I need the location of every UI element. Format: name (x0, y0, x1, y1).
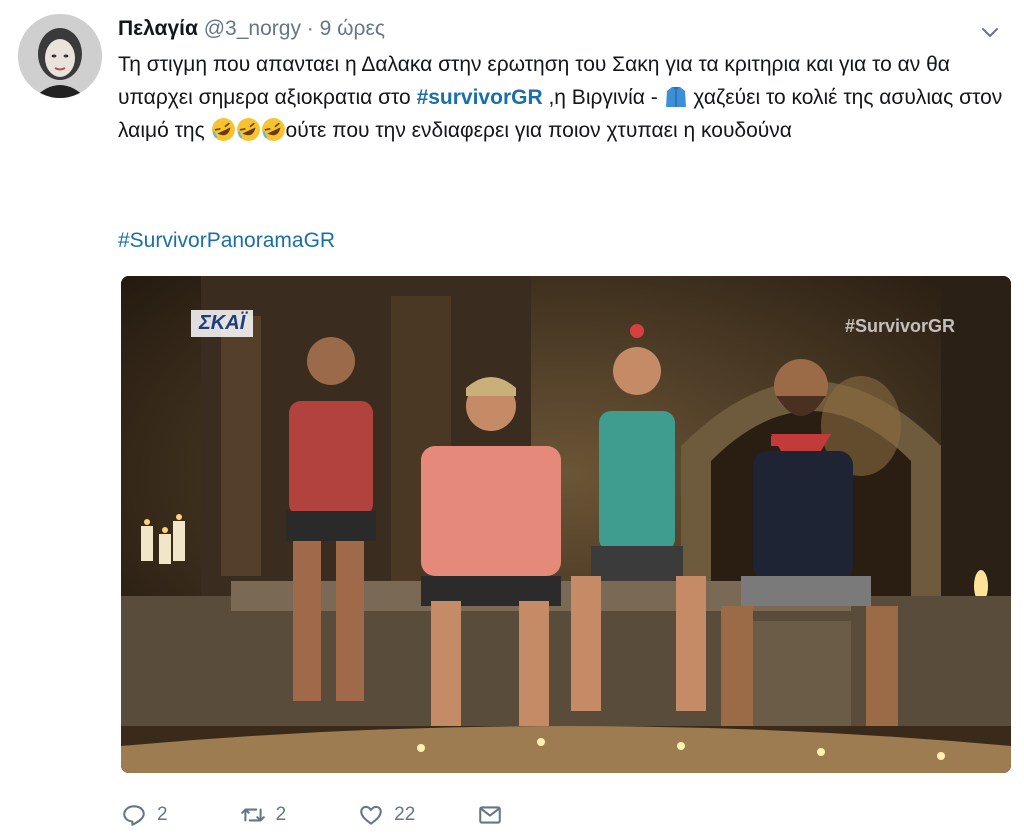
avatar[interactable] (18, 14, 102, 98)
reply-icon (123, 805, 145, 826)
direct-message-button[interactable] (477, 802, 503, 828)
like-button[interactable]: 22 (358, 802, 415, 828)
chevron-down-icon[interactable] (978, 20, 1002, 44)
retweet-count: 2 (275, 804, 287, 825)
hashtag-survivorpanoramagr[interactable]: #SurvivorPanoramaGR (118, 229, 335, 252)
media-channel-logo: ΣΚΑΪ (191, 310, 254, 337)
tweet-timestamp[interactable]: 9 ώρες (320, 17, 385, 40)
tweet-text-part: ,η Βιργινία - (542, 86, 664, 109)
tweet-action-bar: 2 2 22 (121, 795, 503, 835)
direct-message-icon (479, 806, 502, 824)
rolling-laughing-emoji-icon (261, 118, 285, 141)
media-watermark: #SurvivorGR (844, 316, 955, 336)
retweet-button[interactable]: 2 (240, 802, 287, 828)
tweet-text: Τη στιγμη που απανταει η Δαλακα στην ερω… (118, 48, 1008, 147)
reply-button[interactable]: 2 (121, 802, 168, 828)
reply-count: 2 (157, 804, 168, 825)
jacket-emoji-icon (665, 87, 686, 107)
rolling-laughing-emoji-icon (236, 118, 260, 141)
rolling-laughing-emoji-icon (211, 118, 235, 141)
hashtag-line: #SurvivorPanoramaGR (118, 224, 335, 257)
tweet-header: Πελαγία @3_norgy · 9 ώρες (118, 14, 385, 44)
media-scene (121, 276, 1011, 773)
tweet-text-part: ούτε που την ενδιαφερει για ποιον χτυπαε… (285, 119, 792, 142)
like-icon (360, 805, 382, 825)
author-name[interactable]: Πελαγία (118, 17, 198, 40)
avatar-image (18, 14, 102, 98)
tweet-media-image[interactable]: ΣΚΑΪ #SurvivorGR (121, 276, 1011, 773)
author-handle[interactable]: @3_norgy (204, 17, 301, 40)
like-count: 22 (394, 804, 416, 825)
retweet-icon (240, 808, 265, 822)
hashtag-survivorgr[interactable]: #survivorGR (417, 86, 543, 109)
separator-dot: · (306, 17, 314, 40)
